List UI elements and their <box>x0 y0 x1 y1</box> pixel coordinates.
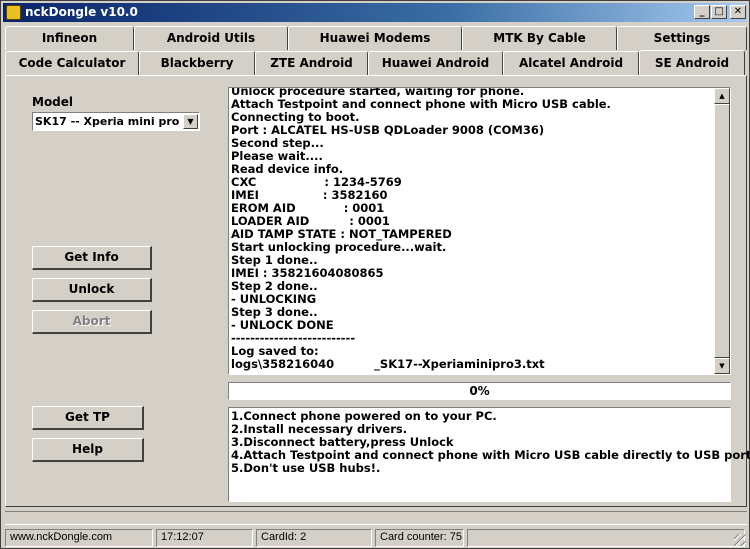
status-website: www.nckDongle.com <box>5 529 153 547</box>
tab-android-utils[interactable]: Android Utils <box>134 26 288 50</box>
minimize-button[interactable]: _ <box>694 5 710 19</box>
tab-settings[interactable]: Settings <box>617 26 747 50</box>
tab-mtk-by-cable[interactable]: MTK By Cable <box>462 26 617 50</box>
status-card-id: CardId: 2 <box>256 529 372 547</box>
tab-blackberry[interactable]: Blackberry <box>139 51 255 75</box>
abort-button[interactable]: Abort <box>32 310 152 334</box>
unlock-button[interactable]: Unlock <box>32 278 152 302</box>
tab-se-android[interactable]: SE Android <box>639 50 745 76</box>
model-label: Model <box>32 95 74 109</box>
chevron-down-icon[interactable]: ▼ <box>183 114 198 129</box>
progress-bar: 0% <box>228 382 731 400</box>
separator <box>5 511 747 525</box>
instruction-line: 5.Don't use USB hubs!. <box>231 461 381 475</box>
tab-zte-android[interactable]: ZTE Android <box>255 51 368 75</box>
tab-huawei-android[interactable]: Huawei Android <box>368 51 503 75</box>
maximize-button[interactable]: □ <box>711 5 727 19</box>
status-bar: www.nckDongle.com 17:12:07 CardId: 2 Car… <box>3 529 747 547</box>
progress-label: 0% <box>469 384 490 398</box>
status-empty <box>467 529 745 547</box>
help-button[interactable]: Help <box>32 438 144 462</box>
instructions-box[interactable]: 1.Connect phone powered on to your PC. 2.… <box>228 407 750 502</box>
scroll-thumb[interactable] <box>714 104 730 358</box>
status-card-counter: Card counter: 75 <box>375 529 464 547</box>
tab-row-bottom: Code Calculator Blackberry ZTE Android H… <box>5 50 745 76</box>
title-bar[interactable]: nckDongle v10.0 _ □ ✕ <box>3 3 747 22</box>
log-line: logs\358216040 _SK17--Xperiaminipro3.txt <box>231 357 545 371</box>
log-lines: Unlock procedure started, waiting for ph… <box>231 88 711 371</box>
scroll-up-icon[interactable]: ▲ <box>714 88 730 104</box>
window-title: nckDongle v10.0 <box>25 5 138 19</box>
tab-alcatel-android[interactable]: Alcatel Android <box>503 51 639 75</box>
tab-huawei-modems[interactable]: Huawei Modems <box>288 26 462 50</box>
app-icon <box>6 5 21 20</box>
get-info-button[interactable]: Get Info <box>32 246 152 270</box>
app-window: nckDongle v10.0 _ □ ✕ Infineon Android U… <box>0 0 750 549</box>
instructions-lines: 1.Connect phone powered on to your PC. 2.… <box>231 410 750 475</box>
close-button[interactable]: ✕ <box>730 5 746 19</box>
status-time: 17:12:07 <box>156 529 253 547</box>
model-select[interactable]: SK17 -- Xperia mini pro ▼ <box>32 112 200 131</box>
get-tp-button[interactable]: Get TP <box>32 406 144 430</box>
log-scrollbar[interactable]: ▲ ▼ <box>714 88 730 374</box>
model-select-value: SK17 -- Xperia mini pro <box>35 115 180 128</box>
scroll-down-icon[interactable]: ▼ <box>714 358 730 374</box>
tab-row-top: Infineon Android Utils Huawei Modems MTK… <box>5 25 747 51</box>
tab-code-calculator[interactable]: Code Calculator <box>5 51 139 75</box>
log-output[interactable]: Unlock procedure started, waiting for ph… <box>228 87 731 375</box>
resize-grip-icon[interactable] <box>734 534 746 546</box>
tab-infineon[interactable]: Infineon <box>5 26 134 50</box>
